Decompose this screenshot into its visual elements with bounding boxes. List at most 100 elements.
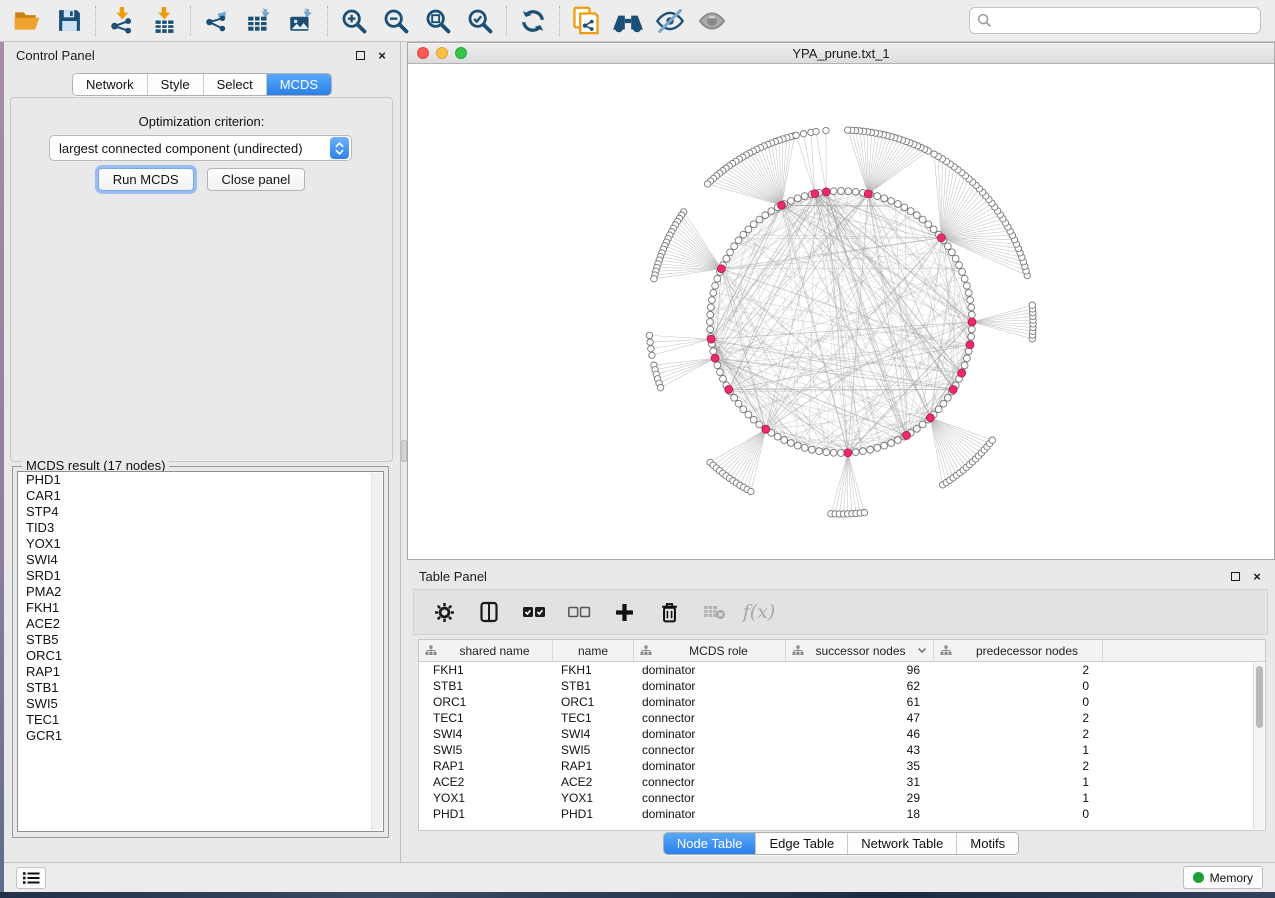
- table-scrollbar-thumb[interactable]: [1256, 666, 1263, 728]
- tab-edge-table[interactable]: Edge Table: [756, 833, 848, 854]
- float-panel-icon[interactable]: [352, 47, 368, 63]
- list-item[interactable]: STB5: [18, 632, 383, 648]
- list-item[interactable]: YOX1: [18, 536, 383, 552]
- hide-selected-button[interactable]: [649, 2, 691, 40]
- export-image-button[interactable]: [280, 2, 322, 40]
- list-item[interactable]: STB1: [18, 680, 383, 696]
- table-settings-button[interactable]: [430, 596, 458, 628]
- export-table-button[interactable]: [238, 2, 280, 40]
- table-row[interactable]: SWI4SWI4dominator462: [419, 726, 1265, 742]
- table-row[interactable]: STB1STB1dominator620: [419, 678, 1265, 694]
- table-cell: TEC1: [553, 710, 634, 726]
- run-mcds-button[interactable]: Run MCDS: [98, 168, 194, 191]
- tab-style[interactable]: Style: [148, 74, 204, 95]
- delete-column-button[interactable]: [655, 596, 683, 628]
- show-all-button[interactable]: [691, 2, 733, 40]
- binoculars-button[interactable]: [607, 2, 649, 40]
- column-header-predecessor-nodes[interactable]: predecessor nodes: [934, 640, 1103, 661]
- list-item[interactable]: TID3: [18, 520, 383, 536]
- column-header-mcds-role[interactable]: MCDS role: [634, 640, 786, 661]
- import-network-button[interactable]: [101, 2, 143, 40]
- criterion-select[interactable]: largest connected component (undirected): [49, 135, 352, 161]
- toolbar-separator: [506, 6, 507, 36]
- table-cell: connector: [634, 710, 786, 726]
- list-item[interactable]: CAR1: [18, 488, 383, 504]
- node-table[interactable]: shared name name MCDS role successor nod…: [418, 639, 1266, 831]
- add-column-button[interactable]: [610, 596, 638, 628]
- select-all-button[interactable]: [520, 596, 548, 628]
- list-item[interactable]: GCR1: [18, 728, 383, 744]
- table-cell: dominator: [634, 806, 786, 822]
- table-row[interactable]: FKH1FKH1dominator962: [419, 662, 1265, 678]
- table-row[interactable]: YOX1YOX1connector291: [419, 790, 1265, 806]
- table-cell: 96: [786, 662, 934, 678]
- close-panel-icon[interactable]: ×: [1249, 568, 1265, 584]
- eye-slash-icon: [655, 7, 685, 35]
- save-session-button[interactable]: [48, 2, 90, 40]
- tab-network-table[interactable]: Network Table: [848, 833, 957, 854]
- toolbar-separator: [327, 6, 328, 36]
- network-window-titlebar[interactable]: YPA_prune.txt_1: [408, 43, 1274, 64]
- list-item[interactable]: PMA2: [18, 584, 383, 600]
- float-panel-icon[interactable]: [1227, 568, 1243, 584]
- deselect-all-button[interactable]: [565, 596, 593, 628]
- show-columns-button[interactable]: [475, 596, 503, 628]
- zoom-in-button[interactable]: [333, 2, 375, 40]
- select-stepper-icon: [330, 137, 349, 159]
- list-item[interactable]: FKH1: [18, 600, 383, 616]
- list-item[interactable]: SRD1: [18, 568, 383, 584]
- table-cell: STB1: [419, 678, 553, 694]
- table-cell: 0: [934, 678, 1103, 694]
- table-cell: 35: [786, 758, 934, 774]
- list-item[interactable]: SWI5: [18, 696, 383, 712]
- table-row[interactable]: RAP1RAP1dominator352: [419, 758, 1265, 774]
- tab-network[interactable]: Network: [73, 74, 148, 95]
- list-item[interactable]: PHD1: [18, 472, 383, 488]
- mcds-result-list[interactable]: PHD1CAR1STP4TID3YOX1SWI4SRD1PMA2FKH1ACE2…: [17, 471, 384, 832]
- table-row[interactable]: ORC1ORC1dominator610: [419, 694, 1265, 710]
- table-cell: ORC1: [419, 694, 553, 710]
- export-table-icon: [245, 7, 273, 35]
- result-scrollbar[interactable]: [371, 473, 382, 830]
- table-cell: dominator: [634, 662, 786, 678]
- task-history-button[interactable]: [16, 867, 46, 889]
- open-session-button[interactable]: [6, 2, 48, 40]
- share-document-button[interactable]: [565, 2, 607, 40]
- zoom-out-button[interactable]: [375, 2, 417, 40]
- column-header-shared-name[interactable]: shared name: [419, 640, 553, 661]
- list-item[interactable]: ACE2: [18, 616, 383, 632]
- fx-icon: f(x): [743, 601, 776, 623]
- list-item[interactable]: ORC1: [18, 648, 383, 664]
- tab-mcds[interactable]: MCDS: [267, 74, 331, 95]
- list-item[interactable]: TEC1: [18, 712, 383, 728]
- search-input[interactable]: [992, 13, 1253, 28]
- memory-button[interactable]: Memory: [1183, 866, 1263, 889]
- list-item[interactable]: SWI4: [18, 552, 383, 568]
- table-row[interactable]: PHD1PHD1dominator180: [419, 806, 1265, 822]
- tab-node-table[interactable]: Node Table: [664, 833, 757, 854]
- table-scrollbar[interactable]: [1253, 663, 1264, 829]
- tab-motifs[interactable]: Motifs: [957, 833, 1018, 854]
- network-canvas[interactable]: [408, 64, 1274, 559]
- import-table-button[interactable]: [143, 2, 185, 40]
- list-item[interactable]: STP4: [18, 504, 383, 520]
- column-header-name[interactable]: name: [553, 640, 634, 661]
- export-network-button[interactable]: [196, 2, 238, 40]
- search-field[interactable]: [969, 7, 1261, 34]
- mcds-result-box: MCDS result (17 nodes) PHD1CAR1STP4TID3Y…: [12, 466, 389, 838]
- table-cell: 46: [786, 726, 934, 742]
- zoom-fit-button[interactable]: [417, 2, 459, 40]
- column-header-successor-nodes[interactable]: successor nodes: [786, 640, 934, 661]
- tab-select[interactable]: Select: [204, 74, 267, 95]
- table-row[interactable]: SWI5SWI5connector431: [419, 742, 1265, 758]
- zoom-selected-button[interactable]: [459, 2, 501, 40]
- list-item[interactable]: RAP1: [18, 664, 383, 680]
- close-panel-button[interactable]: Close panel: [207, 168, 306, 191]
- table-row[interactable]: TEC1TEC1connector472: [419, 710, 1265, 726]
- export-network-icon: [203, 7, 231, 35]
- table-cell: RAP1: [553, 758, 634, 774]
- close-panel-icon[interactable]: ×: [374, 47, 390, 63]
- zoom-in-icon: [340, 7, 368, 35]
- table-row[interactable]: ACE2ACE2connector311: [419, 774, 1265, 790]
- refresh-button[interactable]: [512, 2, 554, 40]
